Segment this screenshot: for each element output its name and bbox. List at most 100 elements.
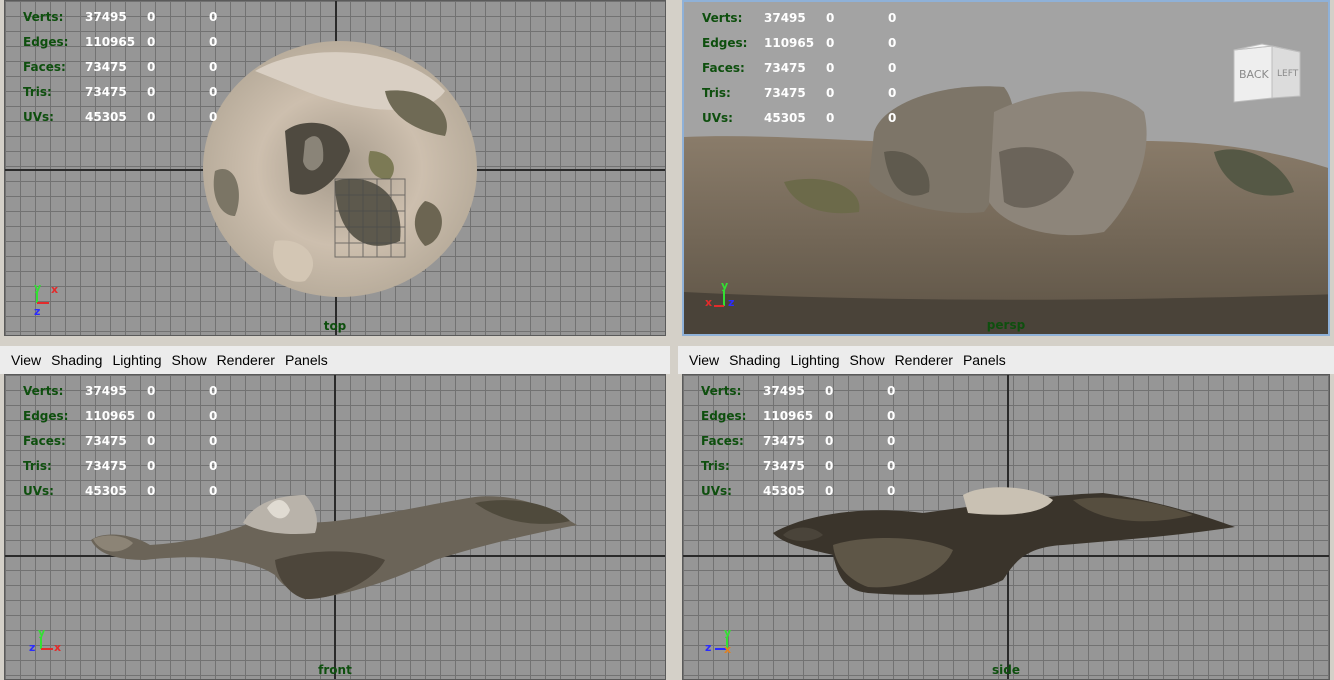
- hud-label: Verts:: [701, 384, 742, 398]
- menu-panels[interactable]: Panels: [958, 352, 1011, 368]
- menu-shading[interactable]: Shading: [46, 352, 107, 368]
- hud-row-edges: Edges: 110965 0 0: [702, 31, 950, 56]
- hud-row-edges: Edges: 110965 0 0: [23, 30, 271, 55]
- axis-label-y: y: [34, 281, 41, 294]
- hud-label: Faces:: [23, 434, 66, 448]
- hud-row-verts: Verts: 37495 0 0: [23, 379, 271, 404]
- hud-selected: 0: [826, 11, 835, 25]
- hud-value: 73475: [85, 60, 127, 74]
- camera-label-side: side: [992, 663, 1020, 677]
- viewport-front[interactable]: Verts: 37495 0 0 Edges: 110965 0 0 Faces: 73475…: [4, 374, 666, 680]
- hud-label: Tris:: [702, 86, 731, 100]
- viewport-panel-side: View Shading Lighting Show Renderer Pane…: [678, 346, 1334, 680]
- axis-label-z: z: [34, 305, 40, 318]
- menu-view[interactable]: View: [684, 352, 724, 368]
- hud-label: Faces:: [702, 61, 745, 75]
- hud-selected: 0: [147, 484, 156, 498]
- poly-count-hud: Verts: 37495 0 0 Edges: 110965 0 0 Faces: 73475…: [23, 5, 271, 130]
- hud-label: Edges:: [701, 409, 747, 423]
- axis-label-x: x: [705, 296, 712, 309]
- hud-selected: 0: [147, 35, 156, 49]
- hud-row-edges: Edges: 110965 0 0: [23, 404, 271, 429]
- hud-component: 0: [209, 409, 218, 423]
- hud-label: Edges:: [23, 35, 69, 49]
- axis-label-z: z: [705, 641, 711, 654]
- hud-value: 73475: [85, 434, 127, 448]
- hud-row-tris: Tris: 73475 0 0: [23, 454, 271, 479]
- hud-value: 45305: [763, 484, 805, 498]
- viewport-panel-top: Verts: 37495 0 0 Edges: 110965 0 0 Faces: 73475…: [0, 0, 670, 336]
- hud-value: 110965: [764, 36, 815, 50]
- menu-lighting[interactable]: Lighting: [107, 352, 166, 368]
- hud-selected: 0: [147, 409, 156, 423]
- axis-label-y: y: [38, 626, 45, 639]
- hud-label: UVs:: [23, 484, 54, 498]
- hud-value: 110965: [763, 409, 814, 423]
- hud-label: Tris:: [23, 85, 52, 99]
- hud-value: 37495: [763, 384, 805, 398]
- hud-selected: 0: [147, 384, 156, 398]
- axis-gizmo-icon: y z x: [705, 626, 731, 656]
- hud-component: 0: [887, 484, 896, 498]
- hud-value: 73475: [764, 86, 806, 100]
- hud-component: 0: [887, 384, 896, 398]
- menu-renderer[interactable]: Renderer: [890, 352, 958, 368]
- hud-component: 0: [888, 86, 897, 100]
- camera-label-persp: persp: [986, 318, 1026, 332]
- hud-component: 0: [888, 111, 897, 125]
- hud-row-tris: Tris: 73475 0 0: [23, 80, 271, 105]
- axis-label-z: z: [728, 296, 734, 309]
- hud-value: 37495: [85, 10, 127, 24]
- hud-label: Faces:: [23, 60, 66, 74]
- hud-component: 0: [888, 36, 897, 50]
- hud-label: UVs:: [701, 484, 732, 498]
- panel-menubar: View Shading Lighting Show Renderer Pane…: [0, 346, 670, 374]
- menu-lighting[interactable]: Lighting: [785, 352, 844, 368]
- hud-row-uvs: UVs: 45305 0 0: [23, 105, 271, 130]
- menu-panels[interactable]: Panels: [280, 352, 333, 368]
- hud-selected: 0: [147, 434, 156, 448]
- viewport-top[interactable]: Verts: 37495 0 0 Edges: 110965 0 0 Faces: 73475…: [4, 0, 666, 336]
- hud-selected: 0: [825, 384, 834, 398]
- hud-row-edges: Edges: 110965 0 0: [701, 404, 949, 429]
- camera-label-top: top: [323, 319, 347, 333]
- hud-component: 0: [209, 384, 218, 398]
- hud-row-faces: Faces: 73475 0 0: [23, 55, 271, 80]
- axis-label-x: x: [54, 641, 61, 654]
- hud-value: 37495: [85, 384, 127, 398]
- menu-renderer[interactable]: Renderer: [212, 352, 280, 368]
- menu-shading[interactable]: Shading: [724, 352, 785, 368]
- axis-gizmo-icon: y x z: [34, 281, 58, 318]
- hud-selected: 0: [147, 459, 156, 473]
- hud-component: 0: [209, 60, 218, 74]
- camera-label-front: front: [318, 663, 352, 677]
- hud-label: UVs:: [702, 111, 733, 125]
- viewport-persp[interactable]: Verts: 37495 0 0 Edges: 110965 0 0 Faces: 73475…: [682, 0, 1330, 336]
- axis-gizmo-icon: y x z: [705, 280, 734, 309]
- hud-label: Tris:: [701, 459, 730, 473]
- poly-count-hud: Verts: 37495 0 0 Edges: 110965 0 0 Faces: 73475…: [23, 379, 271, 504]
- viewcube-face-back[interactable]: BACK: [1239, 68, 1270, 81]
- hud-component: 0: [209, 85, 218, 99]
- hud-selected: 0: [825, 409, 834, 423]
- hud-value: 73475: [764, 61, 806, 75]
- hud-component: 0: [209, 484, 218, 498]
- hud-label: Faces:: [701, 434, 744, 448]
- hud-component: 0: [887, 409, 896, 423]
- hud-selected: 0: [825, 459, 834, 473]
- hud-row-uvs: UVs: 45305 0 0: [23, 479, 271, 504]
- menu-view[interactable]: View: [6, 352, 46, 368]
- hud-value: 45305: [764, 111, 806, 125]
- viewcube-face-left[interactable]: LEFT: [1277, 69, 1299, 79]
- hud-label: Edges:: [23, 409, 69, 423]
- viewcube-icon[interactable]: BACK LEFT: [1232, 42, 1302, 106]
- hud-row-verts: Verts: 37495 0 0: [23, 5, 271, 30]
- hud-value: 45305: [85, 110, 127, 124]
- hud-component: 0: [209, 35, 218, 49]
- viewport-side[interactable]: Verts: 37495 0 0 Edges: 110965 0 0 Faces: 73475…: [682, 374, 1330, 680]
- menu-show[interactable]: Show: [167, 352, 212, 368]
- menu-show[interactable]: Show: [845, 352, 890, 368]
- hud-selected: 0: [147, 60, 156, 74]
- hud-selected: 0: [147, 110, 156, 124]
- hud-label: Edges:: [702, 36, 748, 50]
